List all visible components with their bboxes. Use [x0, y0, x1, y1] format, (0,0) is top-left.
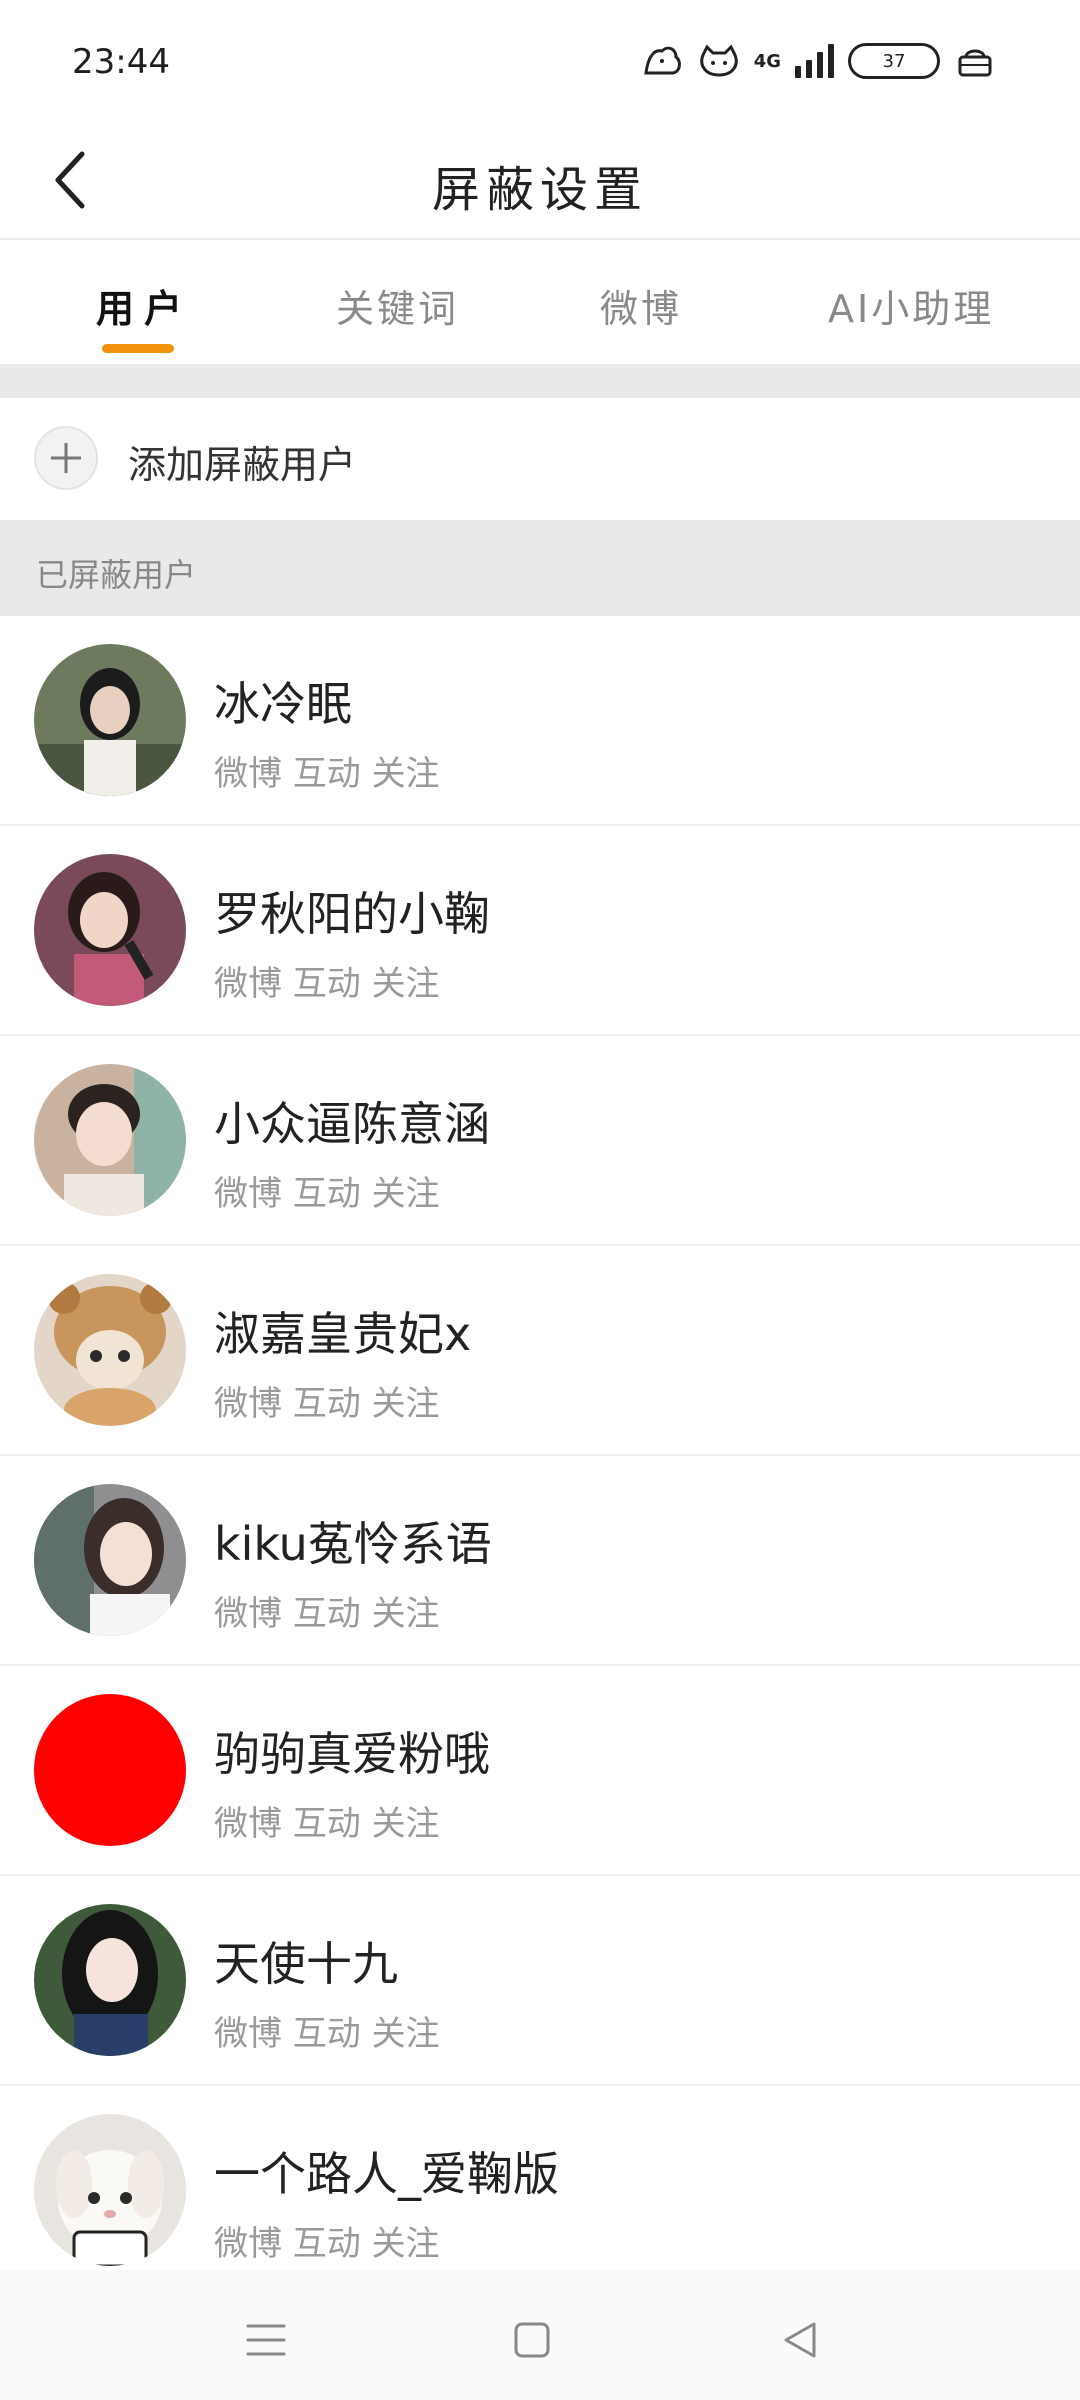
home-square-icon [514, 2322, 550, 2358]
status-time: 23:44 [72, 42, 170, 82]
tab-ai-assistant[interactable]: AI小助理 [828, 278, 994, 333]
avatar [34, 1904, 186, 2056]
system-back-button[interactable] [770, 2310, 830, 2370]
list-item[interactable]: 淑嘉皇贵妃x 微博 互动 关注 [0, 1246, 1080, 1456]
list-item[interactable]: 一个路人_爱鞠版 微博 互动 关注 [0, 2086, 1080, 2296]
status-bar: 23:44 4G 37 [0, 0, 1080, 120]
user-block-scope: 微博 互动 关注 [214, 964, 440, 1004]
blocked-settings-page: 23:44 4G 37 屏蔽设置 用户 关键词 微博 AI小助理 添加屏蔽用户 … [0, 0, 1080, 2400]
list-item[interactable]: kiku菟怜系语 微博 互动 关注 [0, 1456, 1080, 1666]
avatar [34, 2114, 186, 2266]
list-item[interactable]: 小众逼陈意涵 微博 互动 关注 [0, 1036, 1080, 1246]
tab-keywords[interactable]: 关键词 [336, 278, 459, 333]
avatar [34, 854, 186, 1006]
avatar [34, 1274, 186, 1426]
section-header: 已屏蔽用户 [0, 520, 1080, 616]
user-block-scope: 微博 互动 关注 [214, 1594, 440, 1634]
home-button[interactable] [502, 2310, 562, 2370]
signal-strength-icon [795, 44, 834, 78]
user-name: 小众逼陈意涵 [214, 1097, 490, 1151]
list-item[interactable]: 天使十九 微博 互动 关注 [0, 1876, 1080, 2086]
plus-icon [34, 426, 98, 490]
user-block-scope: 微博 互动 关注 [214, 754, 440, 794]
section-spacer [0, 364, 1080, 398]
status-icons: 4G 37 [642, 38, 996, 84]
section-label: 已屏蔽用户 [36, 556, 197, 594]
user-name: 驹驹真爱粉哦 [214, 1727, 490, 1781]
menu-icon [246, 2324, 286, 2356]
add-blocked-user-button[interactable]: 添加屏蔽用户 [0, 398, 1080, 520]
add-blocked-user-label: 添加屏蔽用户 [128, 443, 357, 487]
user-block-scope: 微博 互动 关注 [214, 1384, 440, 1424]
user-name: 淑嘉皇贵妃x [214, 1307, 472, 1361]
blocked-user-list: 冰冷眠 微博 互动 关注 罗秋阳的小鞠 微博 互动 关注 小众逼陈意涵 微博 互… [0, 616, 1080, 2296]
avatar [34, 1064, 186, 1216]
user-name: kiku菟怜系语 [214, 1517, 492, 1571]
menu-button[interactable] [236, 2310, 296, 2370]
tab-users[interactable]: 用户 [96, 278, 192, 333]
list-item[interactable]: 驹驹真爱粉哦 微博 互动 关注 [0, 1666, 1080, 1876]
user-name: 罗秋阳的小鞠 [214, 887, 490, 941]
tab-weibo[interactable]: 微博 [600, 278, 682, 333]
list-item[interactable]: 罗秋阳的小鞠 微博 互动 关注 [0, 826, 1080, 1036]
network-4g-icon: 4G [753, 50, 781, 72]
dog-sticker-icon [642, 41, 684, 81]
user-block-scope: 微博 互动 关注 [214, 1804, 440, 1844]
user-block-scope: 微博 互动 关注 [214, 1174, 440, 1214]
cat-sticker-icon [698, 41, 740, 81]
user-block-scope: 微博 互动 关注 [214, 2014, 440, 2054]
tab-bar: 用户 关键词 微博 AI小助理 [0, 240, 1080, 364]
user-name: 一个路人_爱鞠版 [214, 2147, 559, 2201]
page-title: 屏蔽设置 [431, 162, 648, 218]
nav-bar: 屏蔽设置 [0, 120, 1080, 238]
avatar [34, 644, 186, 796]
avatar [34, 1484, 186, 1636]
active-tab-indicator [102, 344, 174, 353]
battery-indicator: 37 [848, 43, 940, 79]
avatar [34, 1694, 186, 1846]
system-nav-bar [0, 2270, 1080, 2400]
triangle-back-icon [784, 2322, 816, 2358]
user-name: 天使十九 [214, 1937, 398, 1991]
list-item[interactable]: 冰冷眠 微博 互动 关注 [0, 616, 1080, 826]
user-block-scope: 微博 互动 关注 [214, 2224, 440, 2264]
cake-sticker-icon [954, 41, 996, 81]
user-name: 冰冷眠 [214, 677, 352, 731]
